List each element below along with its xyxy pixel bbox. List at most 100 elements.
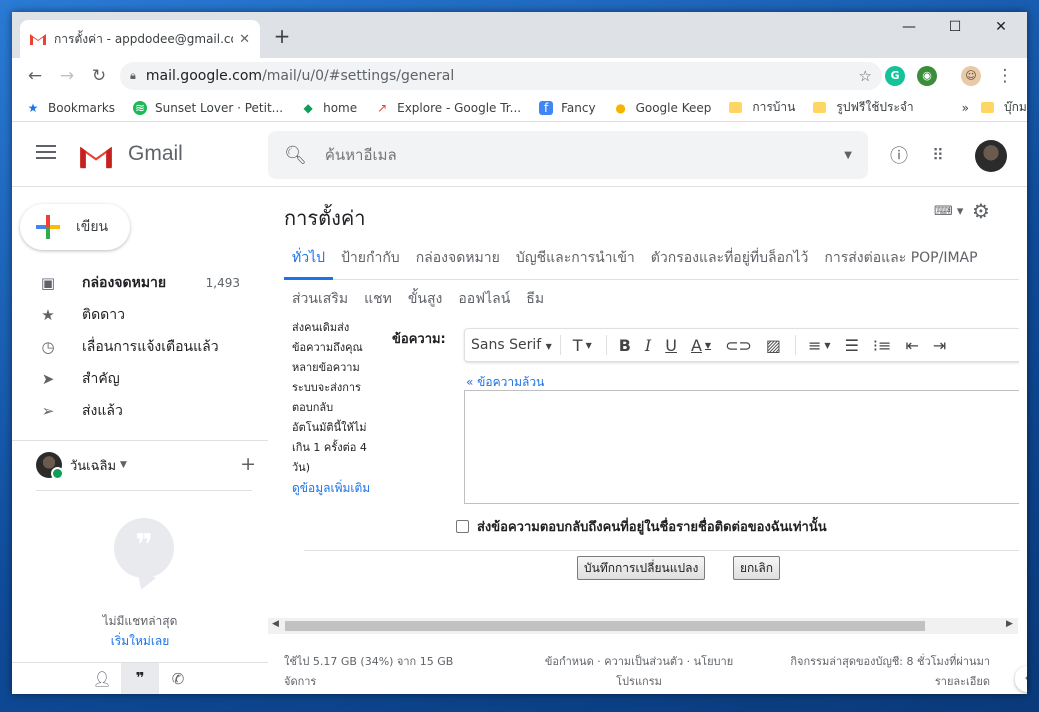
tab-labels[interactable]: ป้ายกำกับ [333, 244, 408, 280]
contacts-only-checkbox[interactable] [456, 520, 469, 533]
settings-pane: การตั้งค่า ⌨ ▾ ⚙ ทั่วไป ป้ายกำกับ กล่องจ… [268, 188, 1027, 694]
tab-forwarding-pop-imap[interactable]: การส่งต่อและ POP/IMAP [816, 244, 985, 280]
star-icon: ★ [27, 100, 39, 115]
keyboard-icon[interactable]: ⌨ ▾ [934, 204, 963, 219]
account-avatar[interactable] [975, 140, 1007, 172]
horizontal-scrollbar[interactable]: ◀ ▶ [268, 618, 1018, 634]
gear-icon[interactable]: ⚙ [972, 199, 990, 223]
search-input[interactable] [324, 146, 845, 164]
browser-window: การตั้งค่า - appdodee@gmail.com ✕ + — ☐ … [12, 12, 1027, 694]
search-icon[interactable]: 🔍︎ [284, 145, 307, 166]
nav-item-starred[interactable]: ★ ติดดาว [12, 299, 268, 331]
search-options-icon[interactable]: ▼ [844, 150, 852, 161]
minimize-icon[interactable]: — [886, 12, 932, 42]
underline-icon[interactable]: U [665, 336, 677, 355]
tab-addons[interactable]: ส่วนเสริม [284, 284, 356, 314]
search-bar[interactable]: 🔍︎ ▼ [268, 131, 868, 179]
reload-icon[interactable]: ↻ [86, 63, 112, 89]
bookmark-item[interactable]: f Fancy [539, 100, 596, 115]
nav-item-snoozed[interactable]: ◷ เลื่อนการแจ้งเตือนแล้ว [12, 331, 268, 363]
program-policies-link[interactable]: โปรแกรม [534, 672, 744, 692]
cancel-button[interactable]: ยกเลิก [733, 556, 781, 580]
other-bookmarks-folder[interactable]: บุ๊กมาร์กอื่นๆ [981, 98, 1027, 117]
scrollbar-thumb[interactable] [285, 621, 925, 631]
scroll-left-icon[interactable]: ◀ [272, 619, 279, 629]
chevron-down-icon[interactable]: ▼ [120, 460, 127, 470]
contacts-only-label: ส่งข้อความตอบกลับถึงคนที่อยู่ในชื่อรายชื… [477, 520, 827, 535]
phone-icon[interactable]: ✆ [159, 670, 197, 688]
align-icon[interactable]: ≡ ▼ [808, 336, 831, 355]
tab-inbox[interactable]: กล่องจดหมาย [408, 244, 508, 280]
bulleted-list-icon[interactable]: ⁝≡ [873, 336, 892, 355]
nav-item-important[interactable]: ➤ สำคัญ [12, 363, 268, 395]
bold-icon[interactable]: B [619, 336, 631, 355]
window-close-icon[interactable]: ✕ [978, 12, 1024, 42]
address-bar[interactable]: 🔒︎ mail.google.com/mail/u/0/#settings/ge… [120, 62, 882, 90]
save-changes-button[interactable]: บันทึกการเปลี่ยนแปลง [577, 556, 706, 580]
forward-icon[interactable]: → [54, 63, 80, 89]
chrome-menu-icon[interactable]: ⋮ [992, 63, 1018, 89]
font-size-icon[interactable]: T ▼ [573, 336, 592, 355]
link-icon[interactable]: ⊂⊃ [725, 336, 752, 355]
maximize-icon[interactable]: ☐ [932, 12, 978, 42]
image-icon[interactable]: ▨ [766, 336, 781, 355]
add-person-icon[interactable]: + [240, 453, 256, 475]
bookmark-item[interactable]: ↗ Explore - Google Tr... [375, 101, 521, 115]
details-link[interactable]: รายละเอียด [776, 672, 990, 692]
apps-grid-icon[interactable]: ⠿ [932, 146, 944, 165]
tab-close-icon[interactable]: ✕ [239, 32, 250, 47]
tab-themes[interactable]: ธีม [518, 284, 552, 314]
back-icon[interactable]: ← [22, 63, 48, 89]
tab-offline[interactable]: ออฟไลน์ [450, 284, 518, 314]
tab-general[interactable]: ทั่วไป [284, 244, 334, 280]
footer: ใช้ไป 5.17 GB (34%) จาก 15 GB จัดการ ข้อ… [268, 644, 1027, 694]
bookmark-star-icon[interactable]: ☆ [859, 67, 872, 85]
scroll-right-icon[interactable]: ▶ [1006, 619, 1013, 629]
indent-less-icon[interactable]: ⇤ [905, 336, 918, 355]
contacts-icon[interactable]: 👤︎ [83, 670, 121, 688]
vacation-responder-section: ส่งคนเดิมส่ง ข้อความถึงคุณ หลายข้อความ ร… [284, 318, 1019, 610]
star-icon: ★ [41, 306, 55, 324]
start-new-chat-link[interactable]: เริ่มใหม่เลย [12, 632, 268, 651]
bookmark-item[interactable]: ≋ Sunset Lover · Petit... [133, 100, 283, 115]
new-tab-icon[interactable]: + [270, 25, 294, 49]
bookmark-item[interactable]: ◆ home [301, 101, 357, 115]
hangouts-bottom-tabs: 👤︎ ❞ ✆ [12, 662, 268, 694]
globe-extension-icon[interactable]: ◉ [917, 66, 937, 86]
nav-item-inbox[interactable]: ▣ กล่องจดหมาย 1,493 [12, 267, 268, 299]
tab-accounts-import[interactable]: บัญชีและการนำเข้า [508, 244, 643, 280]
message-label: ข้อความ: [392, 332, 446, 347]
learn-more-link[interactable]: ดูข้อมูลเพิ่มเติม [292, 478, 392, 498]
settings-tabs-row2: ส่วนเสริม แชท ขั้นสูง ออฟไลน์ ธีม [284, 284, 552, 314]
browser-tab[interactable]: การตั้งค่า - appdodee@gmail.com ✕ [20, 20, 260, 58]
profile-icon[interactable]: ☺ [961, 66, 981, 86]
compose-button[interactable]: เขียน [20, 204, 130, 250]
manage-storage-link[interactable]: จัดการ [284, 672, 453, 692]
bookmark-folder[interactable]: รูปฟรีใช้ประจำ [813, 98, 914, 117]
help-icon[interactable]: ⓘ [890, 142, 908, 168]
indent-more-icon[interactable]: ⇥ [933, 336, 946, 355]
tab-chat[interactable]: แชท [356, 284, 400, 314]
text-color-icon[interactable]: A ▼ [691, 336, 711, 355]
hangouts-icon[interactable]: ❞ [121, 663, 159, 694]
gmail-header: Gmail 🔍︎ ▼ ⓘ ⠿ [12, 123, 1027, 187]
grammarly-extension-icon[interactable]: G [885, 66, 905, 86]
hangouts-user[interactable]: วันเฉลิม ▼ + [36, 450, 256, 480]
main-menu-icon[interactable] [36, 145, 56, 163]
bookmark-folder[interactable]: การบ้าน [729, 98, 795, 117]
url-path: /mail/u/0/#settings/general [262, 68, 455, 84]
bookmark-item[interactable]: ● Google Keep [614, 101, 711, 115]
terms-links[interactable]: ข้อกำหนด · ความเป็นส่วนตัว · นโยบาย [534, 652, 744, 672]
tab-filters-blocked[interactable]: ตัวกรองและที่อยู่ที่บล็อกไว้ [643, 244, 817, 280]
italic-icon[interactable]: I [645, 336, 651, 355]
numbered-list-icon[interactable]: ☰ [845, 336, 859, 355]
spotify-icon: ≋ [133, 100, 148, 115]
font-select[interactable]: Sans Serif ▼ [471, 337, 552, 353]
tab-advanced[interactable]: ขั้นสูง [400, 284, 451, 314]
message-editor[interactable] [464, 390, 1019, 504]
bookmarks-overflow-icon[interactable]: » [962, 101, 969, 115]
nav-item-sent[interactable]: ➢ ส่งแล้ว [12, 395, 268, 427]
last-activity-text: กิจกรรมล่าสุดของบัญชี: 8 ชั่วโมงที่ผ่านม… [790, 655, 990, 668]
bookmark-item[interactable]: ★ Bookmarks [26, 101, 115, 115]
inbox-icon: ▣ [40, 274, 56, 292]
